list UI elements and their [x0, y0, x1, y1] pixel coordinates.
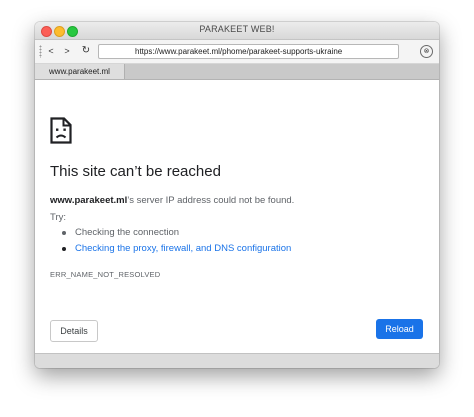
window-title: PARAKEET WEB!: [199, 24, 275, 34]
suggestion-check-connection: Checking the connection: [50, 225, 291, 241]
toolbar: < > ↻ https://www.parakeet.ml/phome/para…: [35, 40, 439, 64]
status-bar: [35, 353, 439, 368]
details-button[interactable]: Details: [50, 320, 98, 342]
title-bar[interactable]: PARAKEET WEB!: [35, 22, 439, 40]
try-label: Try:: [50, 212, 67, 223]
error-code: ERR_NAME_NOT_RESOLVED: [50, 270, 161, 279]
error-message-text: ’s server IP address could not be found.: [127, 195, 295, 206]
toolbar-grip-icon[interactable]: [39, 45, 42, 58]
browser-window: PARAKEET WEB! < > ↻ https://www.parakeet…: [35, 22, 439, 368]
close-circle-icon[interactable]: ⊗: [420, 45, 433, 58]
suggestion-list: Checking the connection Checking the pro…: [50, 225, 291, 257]
address-bar[interactable]: https://www.parakeet.ml/phome/parakeet-s…: [98, 44, 399, 59]
reload-icon[interactable]: ↻: [79, 44, 93, 58]
tab-parakeet[interactable]: www.parakeet.ml: [35, 64, 125, 79]
reload-button[interactable]: Reload: [376, 319, 423, 339]
error-message: www.parakeet.ml’s server IP address coul…: [50, 195, 294, 206]
error-host: www.parakeet.ml: [50, 195, 128, 206]
sad-document-icon: [50, 117, 72, 144]
back-button[interactable]: <: [44, 44, 58, 58]
tab-strip: www.parakeet.ml: [35, 64, 439, 80]
error-headline: This site can’t be reached: [50, 163, 221, 180]
forward-button[interactable]: >: [60, 44, 74, 58]
error-page: This site can’t be reached www.parakeet.…: [35, 80, 439, 353]
suggestion-check-proxy-link[interactable]: Checking the proxy, firewall, and DNS co…: [50, 241, 291, 257]
